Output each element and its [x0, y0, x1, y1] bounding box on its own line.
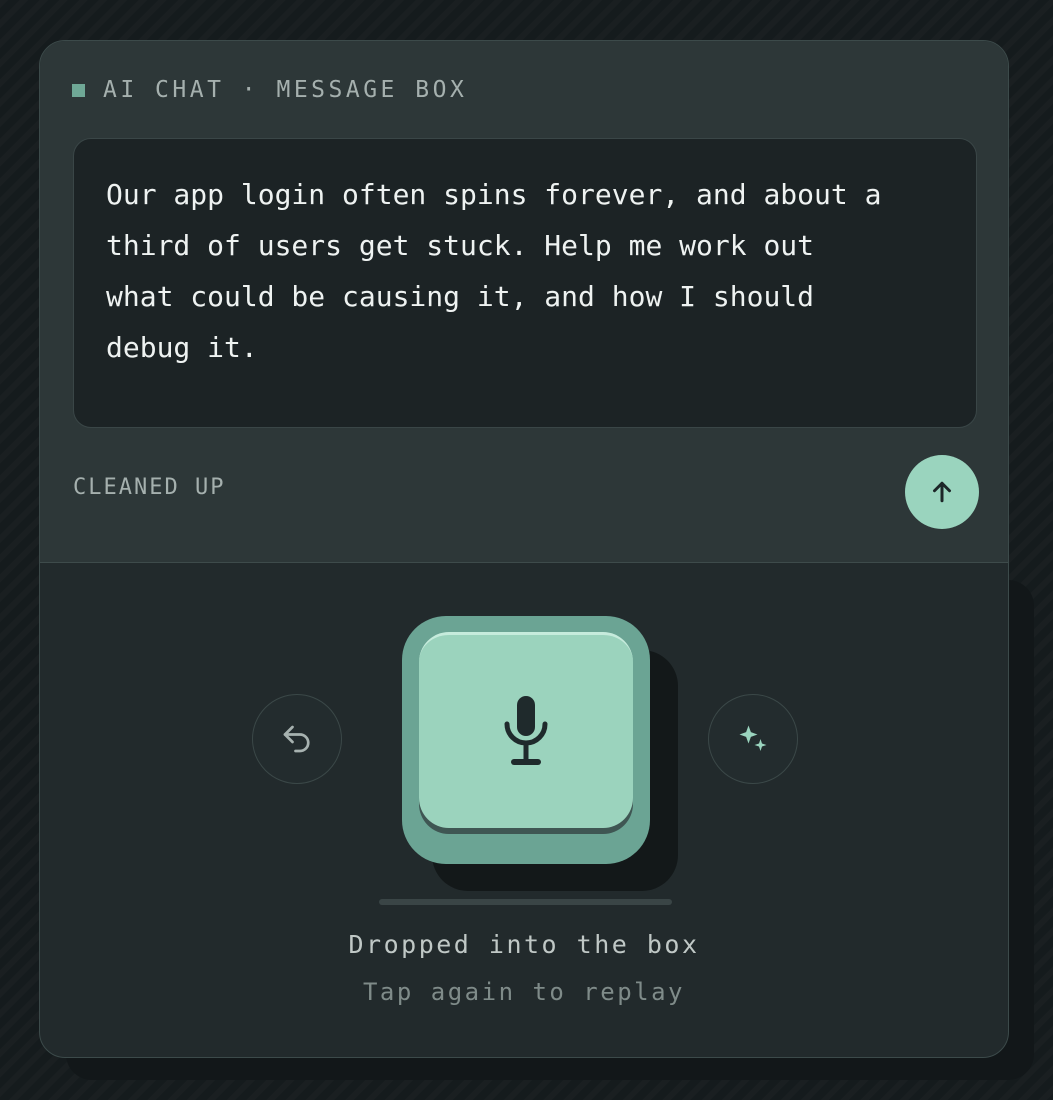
status-square-icon [72, 83, 85, 97]
enhance-button[interactable] [708, 694, 798, 784]
mic-button-face [419, 632, 633, 828]
replay-hint: Tap again to replay [362, 978, 686, 1006]
undo-button[interactable] [252, 694, 342, 784]
message-text: Our app login often spins forever, and a… [106, 178, 882, 364]
sparkle-icon [739, 725, 767, 751]
status-label: CLEANED UP [73, 475, 226, 500]
compose-panel: AI CHAT · MESSAGE BOX Our app login ofte… [40, 41, 1008, 563]
microphone-icon [504, 695, 548, 765]
status-caption: Dropped into the box [348, 930, 700, 959]
panel-header: AI CHAT · MESSAGE BOX [72, 77, 467, 103]
panel-title: AI CHAT · MESSAGE BOX [103, 77, 468, 103]
playback-progress-track [379, 899, 672, 905]
mic-button[interactable] [402, 616, 650, 864]
undo-icon [283, 725, 310, 753]
send-button[interactable] [905, 455, 979, 529]
arrow-up-icon [933, 481, 951, 503]
message-input[interactable]: Our app login often spins forever, and a… [73, 138, 977, 428]
message-card: AI CHAT · MESSAGE BOX Our app login ofte… [39, 40, 1009, 1058]
